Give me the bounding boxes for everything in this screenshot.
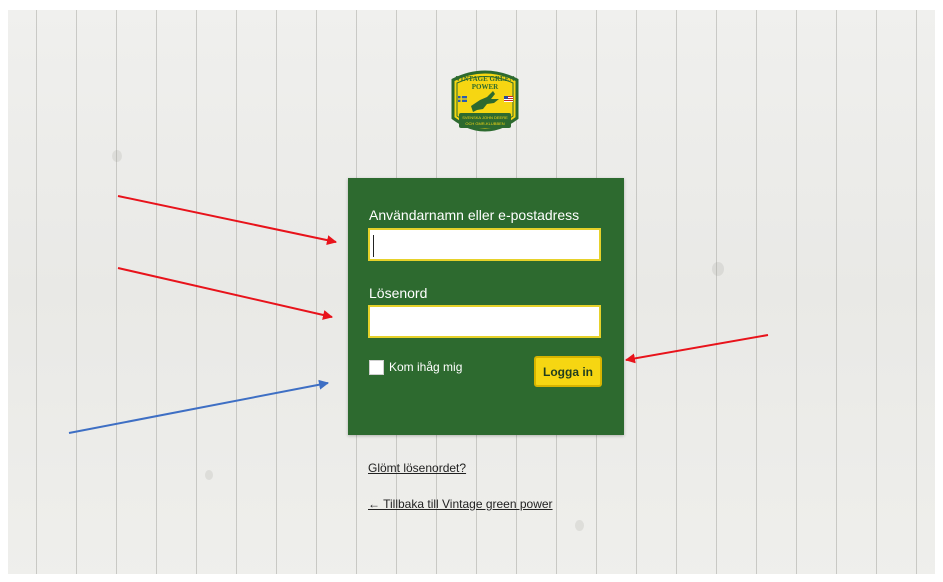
password-label: Lösenord: [369, 285, 428, 301]
remember-me-checkbox[interactable]: [369, 360, 384, 375]
logo-text-line2: POWER: [472, 83, 499, 91]
text-cursor: [373, 235, 374, 257]
remember-me-label[interactable]: Kom ihåg mig: [389, 360, 462, 374]
vintage-green-power-logo[interactable]: VINTAGE GREEN POWER SVENSKA JOHN DEERE O…: [447, 66, 523, 142]
logo-text-line3: SVENSKA JOHN DEERE: [462, 115, 508, 120]
logo-text-line4: OCH GMR-KLUBBEN: [465, 121, 504, 126]
lost-password-link[interactable]: Glömt lösenordet?: [368, 461, 466, 475]
password-input[interactable]: [368, 305, 601, 338]
username-input[interactable]: [368, 228, 601, 261]
back-to-site-link[interactable]: ← Tillbaka till Vintage green power: [368, 497, 553, 511]
username-label: Användarnamn eller e-postadress: [369, 207, 580, 223]
login-form: Användarnamn eller e-postadress Lösenord…: [348, 178, 624, 435]
login-button[interactable]: Logga in: [534, 356, 602, 387]
logo-text-line1: VINTAGE GREEN: [456, 75, 515, 83]
